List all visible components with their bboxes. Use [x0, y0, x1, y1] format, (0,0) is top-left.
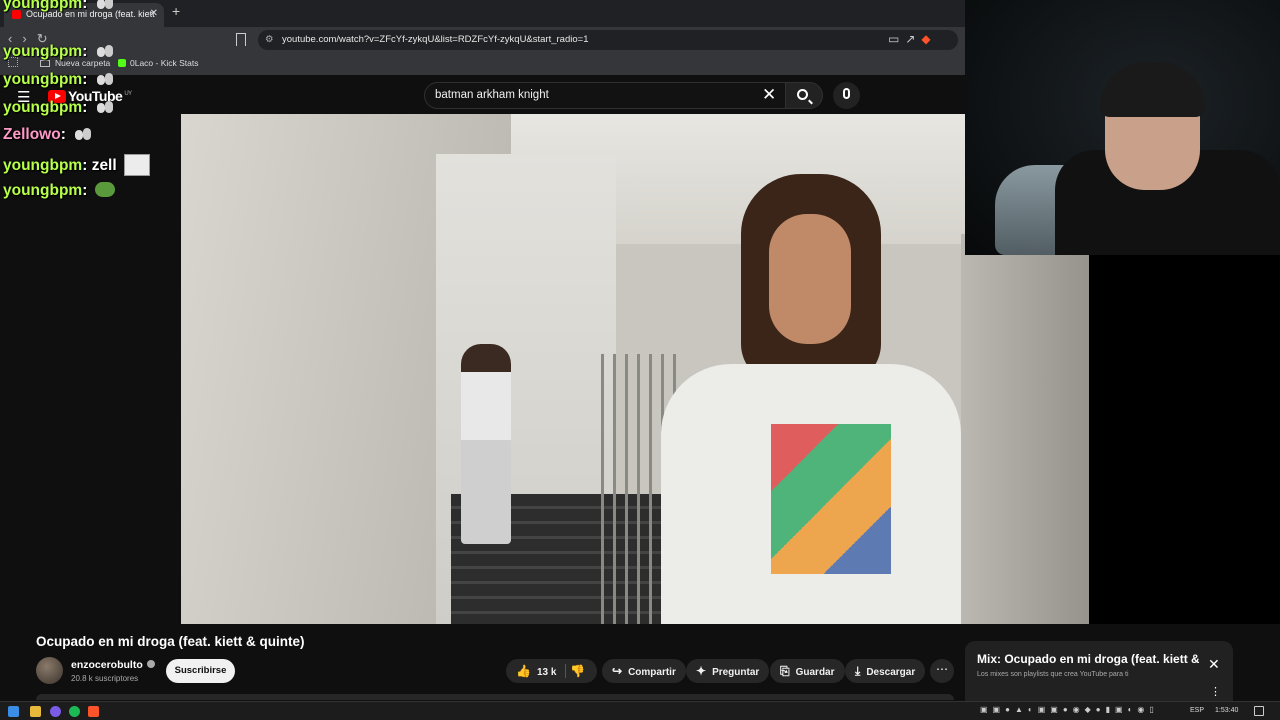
like-button[interactable]: 👍 13 k [516, 659, 556, 685]
subscribe-button[interactable]: Suscribirse [166, 659, 235, 683]
system-tray-icons[interactable]: ▣▣●▲◐▣▣●◉◆●▮▣◐◉▯ [980, 705, 1159, 714]
right-blank-area [1089, 255, 1280, 624]
discord-icon[interactable] [50, 706, 61, 717]
save-button[interactable]: ⎘ Guardar [770, 659, 845, 683]
extension-icons: ▭↗◆ [888, 32, 937, 46]
channel-name-text: enzocerobulto [71, 659, 143, 671]
video-scene-right-wall [961, 234, 1089, 624]
channel-avatar[interactable] [36, 657, 63, 684]
chat-message: Zellowo: [3, 126, 93, 144]
download-label: Descargar [866, 667, 916, 678]
channel-name[interactable]: enzocerobulto [71, 659, 155, 671]
chat-message: youngbpm: [3, 99, 115, 117]
close-tab-icon[interactable]: ✕ [150, 3, 158, 25]
chat-message: youngbpm: [3, 182, 115, 200]
download-button[interactable]: ⤓ Descargar [845, 659, 926, 683]
dislike-button[interactable]: 👎 [570, 659, 591, 685]
ask-button[interactable]: ✦ Preguntar [686, 659, 770, 683]
chat-message: youngbpm: [3, 0, 115, 13]
clear-search-icon[interactable]: ✕ [762, 85, 776, 105]
voice-search-button[interactable] [833, 82, 860, 109]
subscriber-count: 20.8 k suscriptores [71, 674, 139, 683]
thumbs-down-icon: 👎 [570, 664, 585, 678]
site-settings-icon[interactable]: ⚙ [265, 30, 274, 50]
kick-icon [118, 59, 126, 67]
browser-tab-bar: Ocupado en mi droga (feat. kiett ✕ + [0, 0, 965, 27]
clock[interactable]: 1:53:40 [1215, 707, 1238, 714]
folder-icon [40, 60, 50, 67]
frog-emote-icon [94, 182, 115, 197]
cat-emote-icon [73, 126, 93, 141]
bookmark-icon[interactable] [236, 33, 246, 46]
bookmarks-bar: Nueva carpeta 0Laco - Kick Stats [0, 53, 965, 75]
chat-username: youngbpm [3, 99, 83, 116]
region-code: UY [124, 91, 132, 98]
start-icon[interactable] [8, 706, 19, 717]
cat-emote-icon [95, 0, 115, 10]
bookmark-label: 0Laco - Kick Stats [130, 58, 199, 68]
bookmark-save-icon: ⎘ [780, 664, 790, 678]
streamer-webcam [965, 0, 1280, 255]
brave-browser-icon[interactable] [88, 706, 99, 717]
image-emote-icon [123, 154, 150, 176]
chat-username: youngbpm [3, 71, 83, 88]
share-label: Compartir [628, 667, 676, 678]
close-icon[interactable]: ✕ [1208, 656, 1220, 673]
video-person-background [461, 344, 511, 544]
video-title: Ocupado en mi droga (feat. kiett & quint… [36, 634, 305, 649]
mix-title: Mix: Ocupado en mi droga (feat. kiett & … [977, 652, 1199, 666]
video-person-foreground [651, 174, 971, 624]
cast-icon[interactable]: ▭ [888, 32, 905, 46]
cat-emote-icon [95, 43, 115, 58]
search-icon [797, 89, 808, 100]
chat-username: Zellowo [3, 126, 61, 143]
brave-shield-icon[interactable]: ◆ [921, 32, 936, 46]
file-explorer-icon[interactable] [30, 706, 41, 717]
mix-playlist-panel[interactable]: Mix: Ocupado en mi droga (feat. kiett & … [965, 641, 1233, 701]
video-player[interactable] [181, 114, 1089, 624]
cat-emote-icon [95, 99, 115, 114]
notifications-icon[interactable] [1254, 706, 1264, 716]
like-count: 13 k [536, 667, 557, 678]
bookmark-kick-stats[interactable]: 0Laco - Kick Stats [118, 58, 199, 68]
spotify-icon[interactable] [69, 706, 80, 717]
url-field[interactable]: ⚙ youtube.com/watch?v=ZFcYf-zykqU&list=R… [258, 30, 958, 50]
mix-subtitle: Los mixes son playlists que crea YouTube… [977, 671, 1129, 678]
microphone-icon [843, 88, 850, 99]
windows-taskbar: ▣▣●▲◐▣▣●◉◆●▮▣◐◉▯ ESP 1:53:40 [0, 701, 1280, 720]
thumbs-up-icon: 👍 [516, 664, 531, 678]
chat-username: youngbpm [3, 43, 83, 60]
new-tab-button[interactable]: + [172, 3, 180, 19]
share-arrow-icon: ↪ [612, 664, 623, 678]
webcam-streamer-hair [1100, 62, 1205, 117]
ask-label: Preguntar [712, 667, 760, 678]
chat-message: youngbpm: [3, 71, 115, 89]
download-icon: ⤓ [855, 664, 861, 678]
search-input[interactable]: batman arkham knight [424, 82, 786, 109]
chat-message: youngbpm: [3, 43, 115, 61]
verified-icon [146, 660, 155, 668]
chat-username: youngbpm [3, 0, 83, 12]
divider [565, 664, 566, 678]
url-text: youtube.com/watch?v=ZFcYf-zykqU&list=RDZ… [282, 34, 589, 45]
chat-message: youngbpm: zell [3, 154, 150, 176]
description-box[interactable] [36, 694, 954, 700]
share-button[interactable]: ↪ Compartir [602, 659, 686, 683]
more-actions-icon[interactable]: ⋯ [930, 659, 954, 683]
chat-username: youngbpm [3, 182, 83, 199]
save-label: Guardar [795, 667, 835, 678]
kebab-menu-icon[interactable]: ⋮ [1210, 685, 1221, 698]
sparkle-icon: ✦ [696, 664, 707, 678]
chat-text: zell [91, 157, 117, 174]
chat-username: youngbpm [3, 157, 83, 174]
share-icon[interactable]: ↗ [905, 32, 921, 46]
cat-emote-icon [95, 71, 115, 86]
language-indicator[interactable]: ESP [1190, 707, 1204, 714]
search-button[interactable] [785, 82, 823, 109]
video-shirt-print [771, 424, 891, 574]
video-person-face [769, 214, 851, 344]
like-dislike-group: 👍 13 k 👎 [506, 659, 597, 683]
